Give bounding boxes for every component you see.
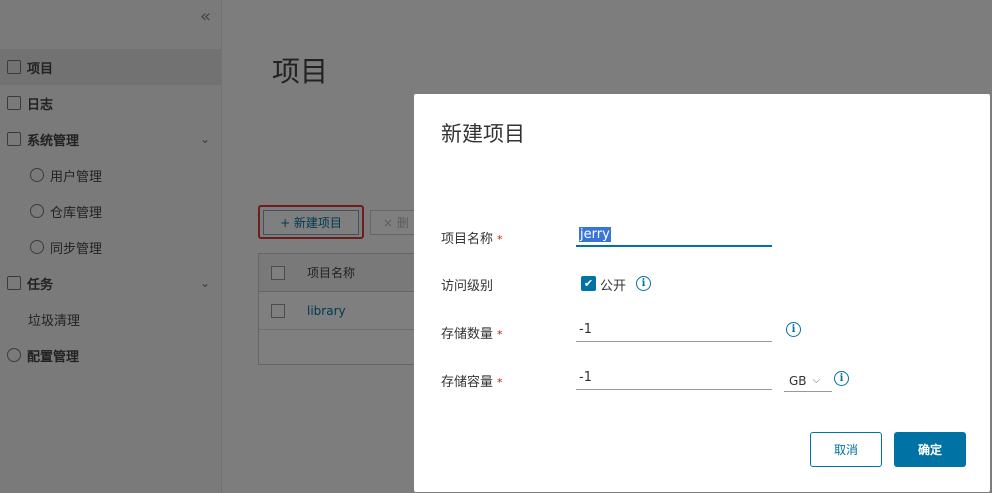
storage-count-input[interactable]: [576, 318, 772, 342]
capacity-unit-select[interactable]: GB ⌵: [784, 370, 832, 392]
chevron-down-icon: ⌵: [812, 375, 821, 386]
new-project-dialog: 新建项目 项目名称* jerry 访问级别 ✔ 公开 i 存储数量* i 存储容…: [414, 94, 990, 492]
project-name-input[interactable]: jerry: [576, 223, 772, 247]
project-name-label: 项目名称 *: [441, 232, 503, 247]
storage-capacity-input[interactable]: [576, 366, 772, 390]
storage-capacity-label: 存储容量 *: [441, 375, 503, 390]
info-icon[interactable]: i: [834, 371, 849, 386]
required-mark: *: [497, 328, 503, 341]
cancel-button[interactable]: 取消: [810, 432, 882, 467]
public-checkbox[interactable]: ✔: [581, 276, 596, 291]
storage-count-label: 存储数量 *: [441, 327, 503, 342]
required-mark: *: [497, 376, 503, 389]
info-icon[interactable]: i: [636, 276, 651, 291]
confirm-button[interactable]: 确定: [894, 432, 966, 467]
required-mark: *: [497, 233, 503, 246]
access-level-label: 访问级别: [441, 279, 494, 294]
public-label: 公开: [600, 279, 627, 294]
dialog-title: 新建项目: [441, 122, 525, 146]
info-icon[interactable]: i: [786, 322, 801, 337]
